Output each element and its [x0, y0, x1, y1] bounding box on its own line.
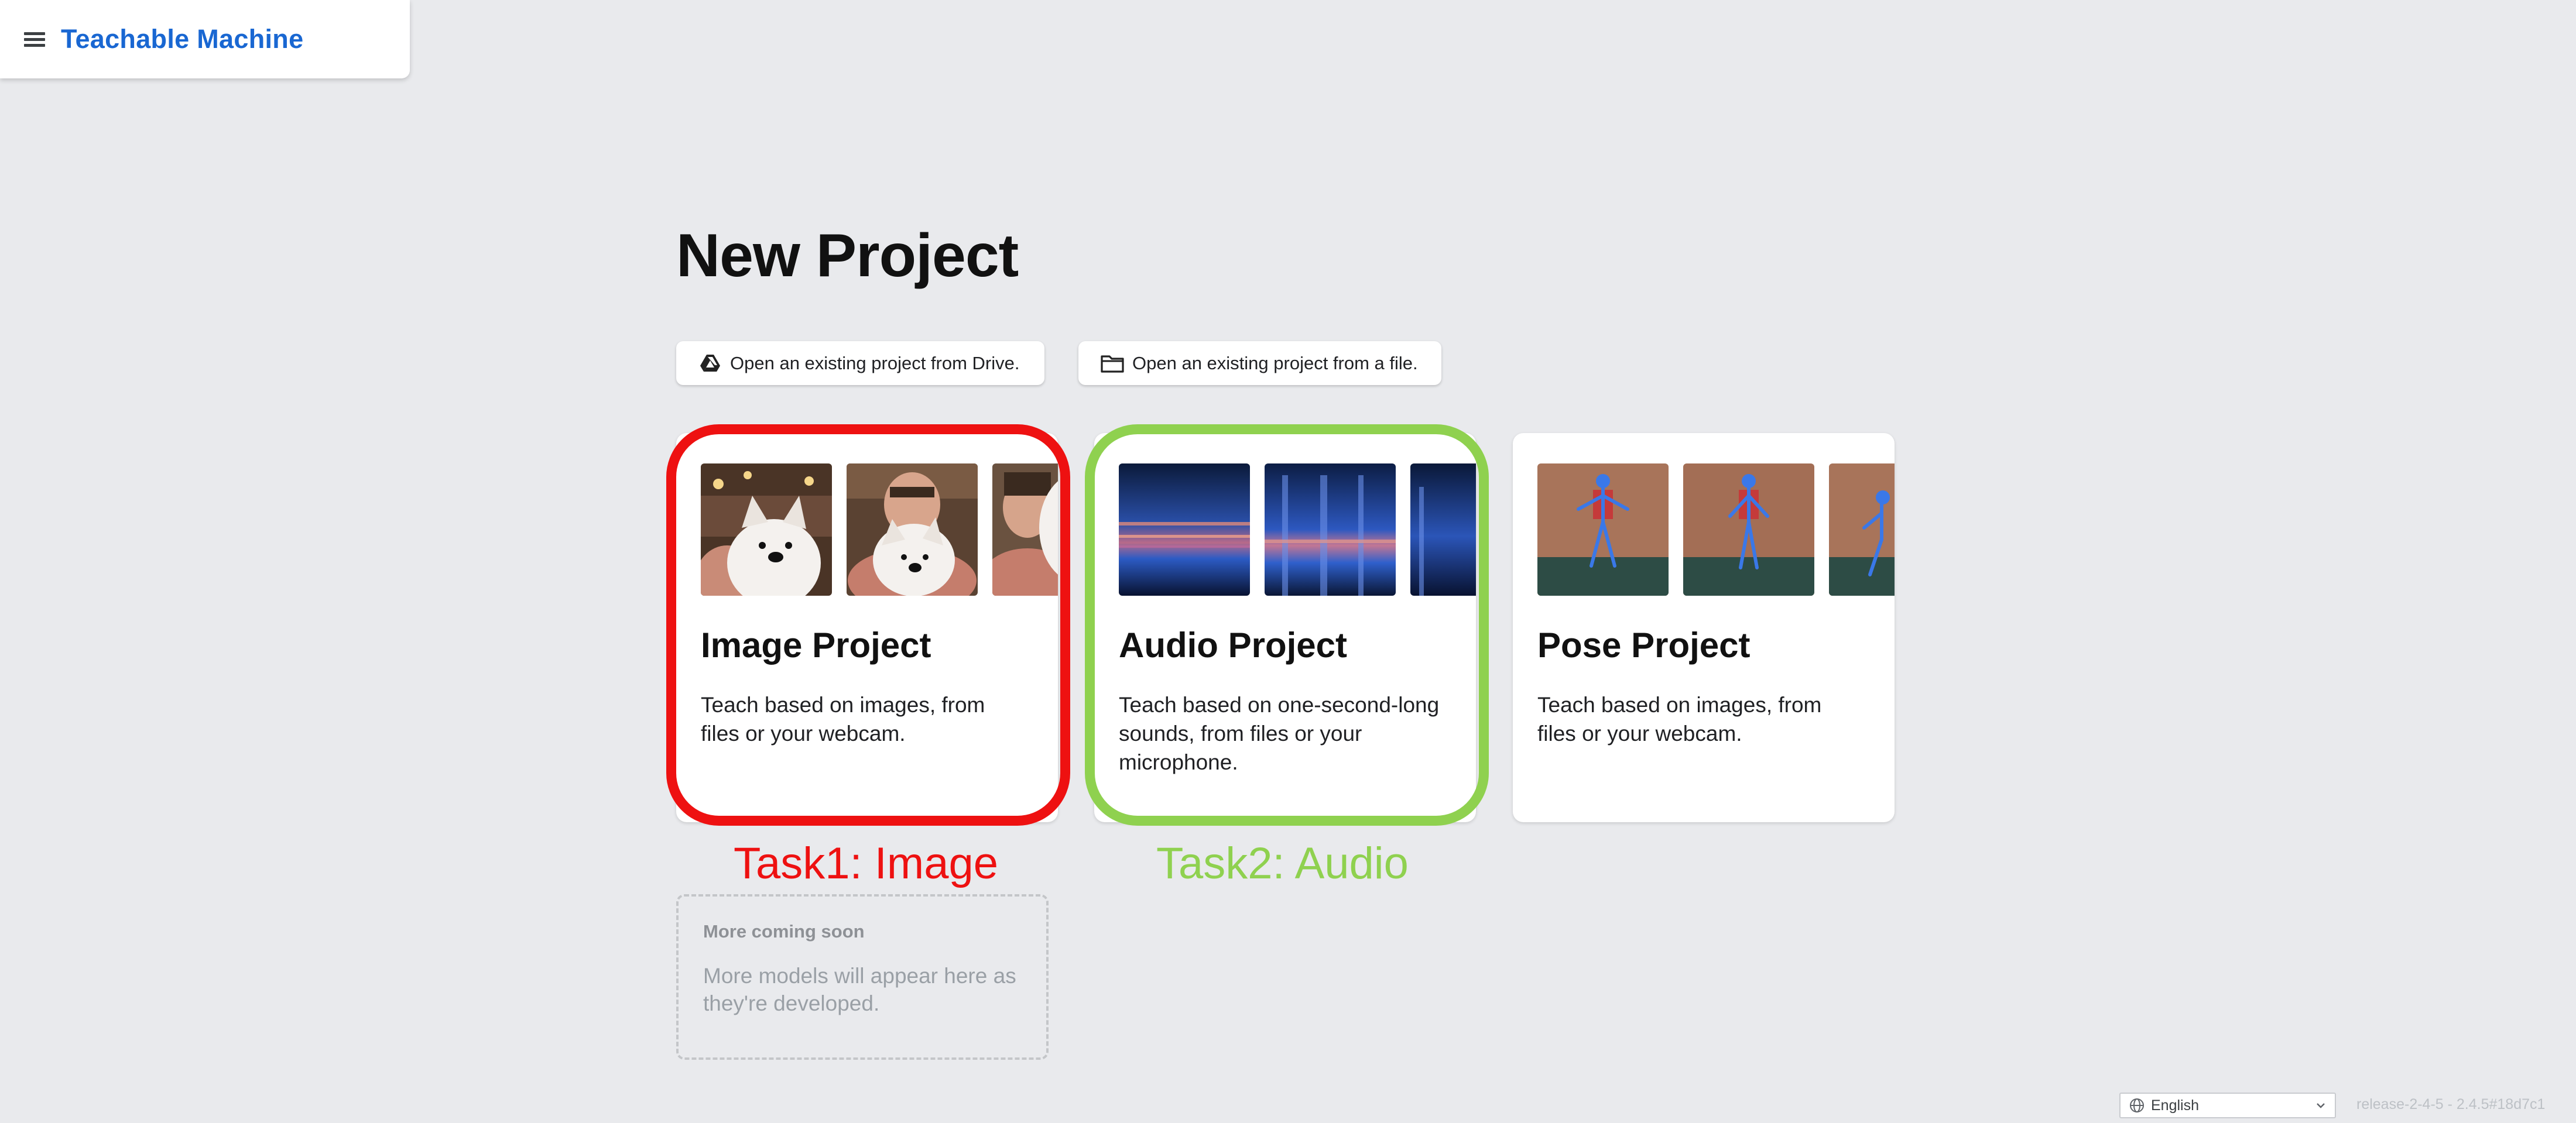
card-title: Image Project [701, 626, 931, 665]
coming-soon-title: More coming soon [703, 921, 865, 942]
more-coming-soon-panel: More coming soon More models will appear… [676, 894, 1049, 1060]
page-title: New Project [676, 222, 1019, 290]
globe-icon [2130, 1098, 2144, 1112]
corgi-photo-thumbnail [847, 463, 978, 596]
google-drive-icon [698, 352, 722, 375]
audio-project-card[interactable]: Audio Project Teach based on one-second-… [1094, 433, 1476, 822]
task2-label: Task2: Audio [1156, 839, 1409, 888]
task1-label: Task1: Image [734, 839, 998, 888]
corgi-photo-thumbnail [992, 463, 1058, 596]
hamburger-menu-icon[interactable] [22, 27, 47, 51]
release-version: release-2-4-5 - 2.4.5#18d7c1 [2356, 1096, 2546, 1112]
pose-photo-thumbnail [1537, 463, 1669, 596]
language-value: English [2151, 1097, 2199, 1114]
image-project-card[interactable]: Image Project Teach based on images, fro… [676, 433, 1058, 822]
pose-project-card[interactable]: Pose Project Teach based on images, from… [1513, 433, 1895, 822]
card-title: Pose Project [1537, 626, 1751, 665]
audio-thumbnails [1119, 463, 1476, 596]
open-from-file-button[interactable]: Open an existing project from a file. [1078, 341, 1441, 385]
pose-photo-thumbnail [1829, 463, 1895, 596]
image-thumbnails [701, 463, 1058, 596]
language-select[interactable]: English [2119, 1093, 2336, 1118]
coming-soon-text: More models will appear here as they're … [703, 964, 1016, 1015]
pose-thumbnails [1537, 463, 1895, 596]
chevron-down-icon [2317, 1103, 2325, 1108]
top-app-bar: Teachable Machine [0, 0, 410, 78]
folder-icon [1101, 352, 1124, 375]
open-from-drive-button[interactable]: Open an existing project from Drive. [676, 341, 1044, 385]
card-description: Teach based on images, from files or you… [1537, 693, 1822, 746]
open-from-drive-label: Open an existing project from Drive. [730, 352, 1020, 373]
card-description: Teach based on one-second-long sounds, f… [1119, 693, 1440, 774]
spectrogram-thumbnail [1410, 463, 1476, 596]
spectrogram-thumbnail [1265, 463, 1396, 596]
corgi-photo-thumbnail [701, 463, 832, 596]
card-description: Teach based on images, from files or you… [701, 693, 985, 746]
card-title: Audio Project [1119, 626, 1348, 665]
open-from-file-label: Open an existing project from a file. [1132, 352, 1418, 373]
spectrogram-thumbnail [1119, 463, 1250, 596]
pose-photo-thumbnail [1683, 463, 1814, 596]
app-title[interactable]: Teachable Machine [61, 24, 303, 54]
